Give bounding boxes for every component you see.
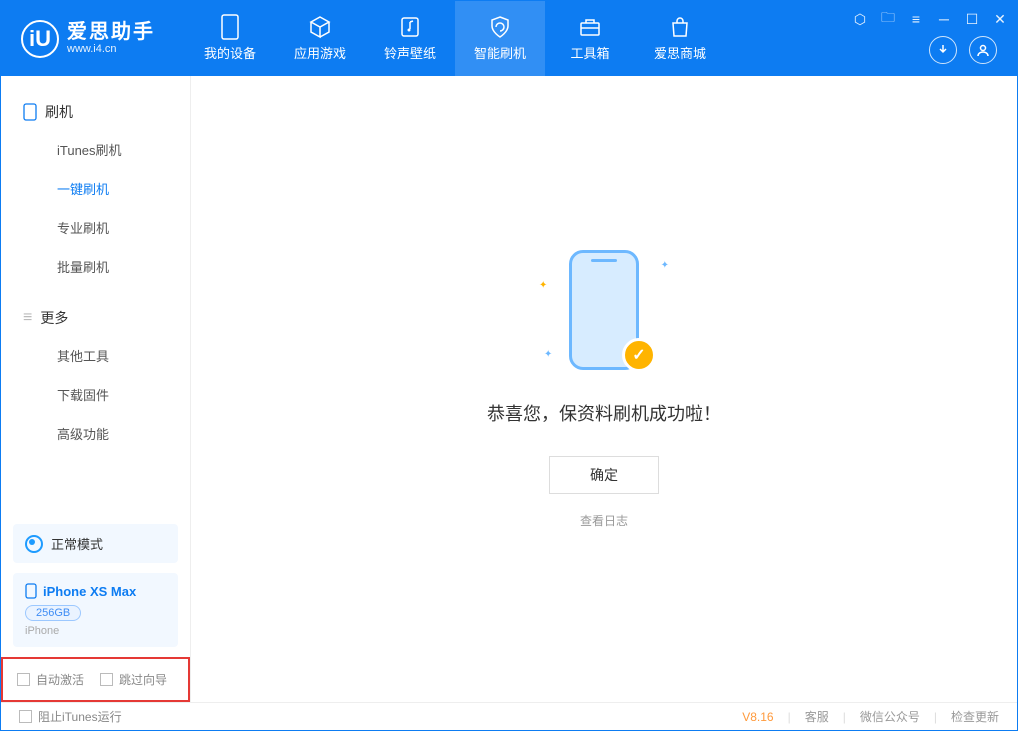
checkbox-label: 跳过向导 bbox=[119, 671, 167, 688]
sidebar-item-pro-flash[interactable]: 专业刷机 bbox=[1, 208, 190, 247]
sidebar-item-itunes-flash[interactable]: iTunes刷机 bbox=[1, 130, 190, 169]
checkbox-label: 自动激活 bbox=[36, 671, 84, 688]
download-button[interactable] bbox=[929, 36, 957, 64]
app-header: iU 爱思助手 www.i4.cn 我的设备 应用游戏 铃声壁纸 智能刷机 工具… bbox=[1, 1, 1017, 76]
sidebar-item-batch-flash[interactable]: 批量刷机 bbox=[1, 247, 190, 286]
music-icon bbox=[398, 15, 422, 39]
sparkle-icon: ✦ bbox=[661, 260, 669, 271]
device-capacity: 256GB bbox=[25, 605, 81, 621]
app-site: www.i4.cn bbox=[67, 43, 155, 55]
skip-guide-checkbox[interactable]: 跳过向导 bbox=[100, 671, 167, 688]
cube-icon bbox=[308, 15, 332, 39]
sidebar-item-other-tools[interactable]: 其他工具 bbox=[1, 336, 190, 375]
check-badge-icon: ✓ bbox=[622, 338, 656, 372]
close-icon[interactable]: ✕ bbox=[991, 11, 1009, 28]
header-actions bbox=[929, 36, 997, 64]
ok-button[interactable]: 确定 bbox=[549, 456, 659, 494]
nav-apps[interactable]: 应用游戏 bbox=[275, 1, 365, 76]
phone-icon bbox=[23, 103, 37, 121]
sidebar-item-advanced[interactable]: 高级功能 bbox=[1, 414, 190, 453]
nav-toolbox[interactable]: 工具箱 bbox=[545, 1, 635, 76]
body: 刷机 iTunes刷机 一键刷机 专业刷机 批量刷机 ≡ 更多 其他工具 下载固… bbox=[1, 76, 1017, 702]
tshirt-icon[interactable]: ⬡ bbox=[851, 11, 869, 28]
sidebar-group-more: ≡ 更多 bbox=[1, 300, 190, 336]
sidebar-group-flash: 刷机 bbox=[1, 94, 190, 130]
success-message: 恭喜您，保资料刷机成功啦！ bbox=[487, 400, 721, 426]
main-content: ✦ ✦ ✦ ✓ 恭喜您，保资料刷机成功啦！ 确定 查看日志 bbox=[191, 76, 1017, 702]
device-name-label: iPhone XS Max bbox=[43, 584, 136, 599]
minimize-icon[interactable]: ─ bbox=[935, 11, 953, 27]
device-type: iPhone bbox=[25, 625, 166, 637]
mode-label: 正常模式 bbox=[51, 534, 103, 553]
menu-icon[interactable]: ≡ bbox=[907, 11, 925, 27]
flash-options-highlight: 自动激活 跳过向导 bbox=[1, 657, 190, 702]
nav-label: 应用游戏 bbox=[294, 43, 346, 62]
maximize-icon[interactable]: ☐ bbox=[963, 11, 981, 28]
group-label: 刷机 bbox=[45, 102, 73, 122]
sparkle-icon: ✦ bbox=[539, 280, 547, 291]
app-title: 爱思助手 bbox=[67, 21, 155, 43]
nav-ringtones[interactable]: 铃声壁纸 bbox=[365, 1, 455, 76]
nav-label: 智能刷机 bbox=[474, 43, 526, 62]
sidebar: 刷机 iTunes刷机 一键刷机 专业刷机 批量刷机 ≡ 更多 其他工具 下载固… bbox=[1, 76, 191, 702]
success-illustration: ✦ ✦ ✦ ✓ bbox=[544, 250, 664, 380]
phone-small-icon bbox=[25, 583, 37, 599]
checkbox-label: 阻止iTunes运行 bbox=[38, 708, 122, 725]
user-button[interactable] bbox=[969, 36, 997, 64]
mode-card[interactable]: 正常模式 bbox=[13, 524, 178, 563]
version-label: V8.16 bbox=[742, 710, 773, 724]
logo-icon: iU bbox=[21, 20, 59, 58]
nav-flash[interactable]: 智能刷机 bbox=[455, 1, 545, 76]
mode-icon bbox=[25, 535, 43, 553]
toolbox-icon bbox=[578, 15, 602, 39]
nav-label: 铃声壁纸 bbox=[384, 43, 436, 62]
block-itunes-checkbox[interactable]: 阻止iTunes运行 bbox=[19, 708, 122, 725]
device-card[interactable]: iPhone XS Max 256GB iPhone bbox=[13, 573, 178, 647]
nav-my-device[interactable]: 我的设备 bbox=[185, 1, 275, 76]
group-label: 更多 bbox=[40, 308, 68, 328]
refresh-shield-icon bbox=[488, 15, 512, 39]
main-nav: 我的设备 应用游戏 铃声壁纸 智能刷机 工具箱 爱思商城 bbox=[185, 1, 725, 76]
bag-icon bbox=[668, 15, 692, 39]
nav-store[interactable]: 爱思商城 bbox=[635, 1, 725, 76]
list-icon: ≡ bbox=[23, 309, 32, 327]
sidebar-item-download-firmware[interactable]: 下载固件 bbox=[1, 375, 190, 414]
window-controls: ⬡ 🗀 ≡ ─ ☐ ✕ bbox=[851, 7, 1009, 31]
nav-label: 爱思商城 bbox=[654, 43, 706, 62]
auto-activate-checkbox[interactable]: 自动激活 bbox=[17, 671, 84, 688]
footer-link-wechat[interactable]: 微信公众号 bbox=[860, 708, 920, 725]
lock-icon[interactable]: 🗀 bbox=[879, 7, 897, 31]
logo: iU 爱思助手 www.i4.cn bbox=[1, 20, 175, 58]
status-bar: 阻止iTunes运行 V8.16 | 客服 | 微信公众号 | 检查更新 bbox=[1, 702, 1017, 730]
sparkle-icon: ✦ bbox=[544, 349, 552, 360]
footer-link-support[interactable]: 客服 bbox=[805, 708, 829, 725]
sidebar-item-oneclick-flash[interactable]: 一键刷机 bbox=[1, 169, 190, 208]
view-log-link[interactable]: 查看日志 bbox=[580, 512, 628, 529]
device-icon bbox=[218, 15, 242, 39]
footer-link-update[interactable]: 检查更新 bbox=[951, 708, 999, 725]
nav-label: 工具箱 bbox=[570, 43, 609, 62]
nav-label: 我的设备 bbox=[204, 43, 256, 62]
